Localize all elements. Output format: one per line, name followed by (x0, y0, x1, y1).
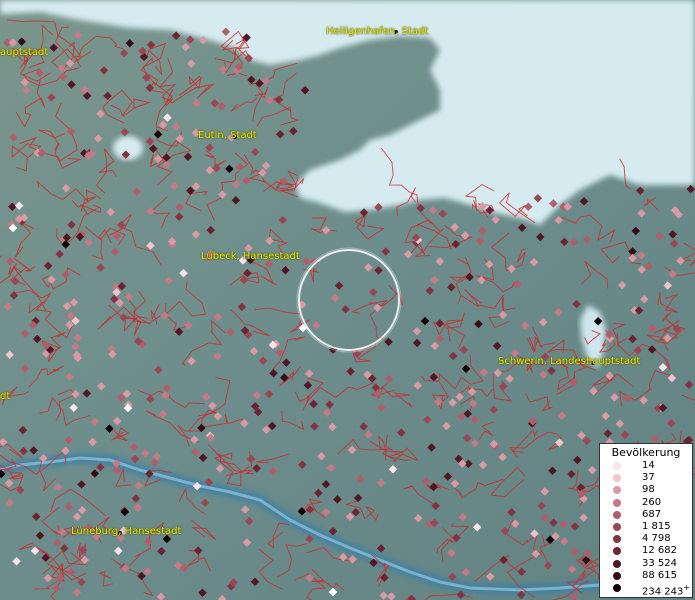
legend-title: Bevölkerung (611, 446, 681, 459)
legend-swatch (613, 547, 621, 556)
city-label-schwerin[interactable]: Schwerin, Landeshauptstadt (498, 356, 640, 368)
city-label-lueneburg[interactable]: Lüneburg, Hansestadt (71, 526, 181, 538)
city-label-landeshauptstadt[interactable]: auptstadt (0, 47, 48, 59)
legend-swatch (613, 535, 621, 544)
legend-row: 1 815 (600, 521, 692, 533)
legend-label: 14 (642, 460, 655, 471)
legend-label: 260 (642, 496, 662, 508)
legend-swatch (613, 559, 621, 568)
legend-label: 88 615 (642, 569, 677, 581)
city-label-luebeck[interactable]: Lübeck, Hansestadt (201, 251, 300, 263)
legend-swatch (613, 474, 621, 483)
legend-swatch (613, 583, 621, 592)
legend-label: 234 243+ (642, 582, 691, 598)
city-label-heiligenhafen[interactable]: Heiligenhafen, Stadt (326, 26, 428, 38)
legend-entries: 14 37 98 260 687 1 815 4 798 12 682 33 524 88 615… (600, 460, 692, 597)
legend-row: 4 798 (600, 533, 692, 545)
legend-row: 12 682 (600, 545, 692, 557)
legend-swatch (613, 498, 621, 507)
population-legend: Bevölkerung 14 37 98 260 687 1 815 4 798 12 682… (599, 443, 693, 598)
legend-row: 37 (600, 472, 692, 484)
legend-swatch (613, 462, 621, 470)
legend-label: 37 (642, 472, 655, 484)
legend-label: 4 798 (642, 533, 671, 545)
city-label-left-edge[interactable]: dt (0, 391, 10, 403)
legend-row: 98 (600, 484, 692, 496)
legend-swatch (613, 486, 621, 495)
map-canvas[interactable]: Heiligenhafen, Stadt auptstadt Eutin, St… (0, 0, 695, 600)
legend-row: 260 (600, 497, 692, 509)
city-label-eutin[interactable]: Eutin, Stadt (198, 130, 257, 142)
legend-swatch (613, 522, 621, 531)
legend-row: 88 615 (600, 570, 692, 582)
legend-swatch (613, 510, 621, 519)
legend-swatch (613, 571, 621, 580)
legend-label: 98 (642, 484, 655, 496)
legend-label-suffix: + (683, 582, 691, 592)
map-base-layer (0, 0, 695, 600)
legend-label: 687 (642, 508, 662, 520)
legend-row: 33 524 (600, 558, 692, 570)
legend-label: 33 524 (642, 557, 677, 569)
legend-label: 12 682 (642, 545, 677, 557)
legend-row: 234 243+ (600, 582, 692, 597)
legend-row: 687 (600, 509, 692, 521)
legend-label: 1 815 (642, 520, 671, 532)
legend-row: 14 (600, 460, 692, 472)
